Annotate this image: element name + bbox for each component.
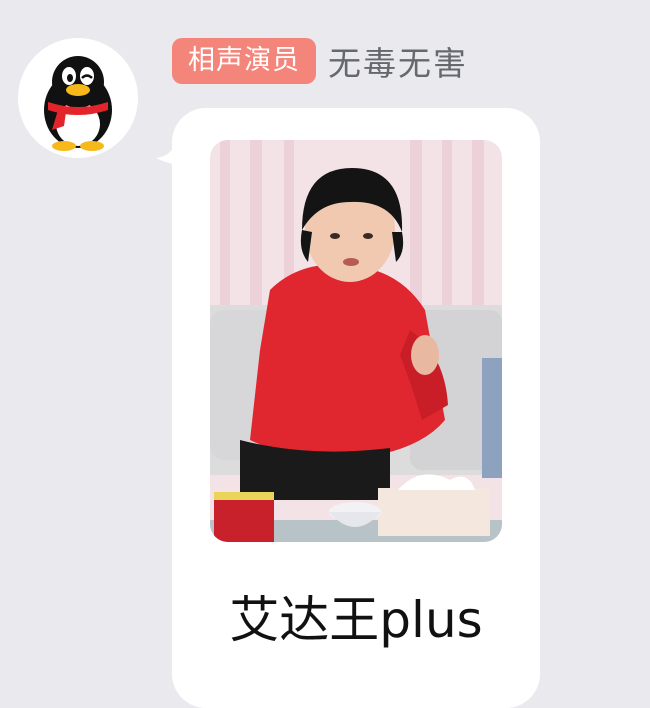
sender-avatar[interactable] (18, 38, 138, 158)
sender-info-row: 相声演员 无毒无害 (172, 36, 468, 86)
message-caption: 艾达王plus (229, 591, 483, 649)
qq-penguin-avatar-icon (44, 56, 112, 151)
sender-nickname[interactable]: 无毒无害 (328, 37, 468, 85)
message-photo[interactable] (210, 140, 502, 542)
photo-woman-red-sweater-icon (210, 140, 502, 542)
title-badge: 相声演员 (172, 38, 316, 84)
